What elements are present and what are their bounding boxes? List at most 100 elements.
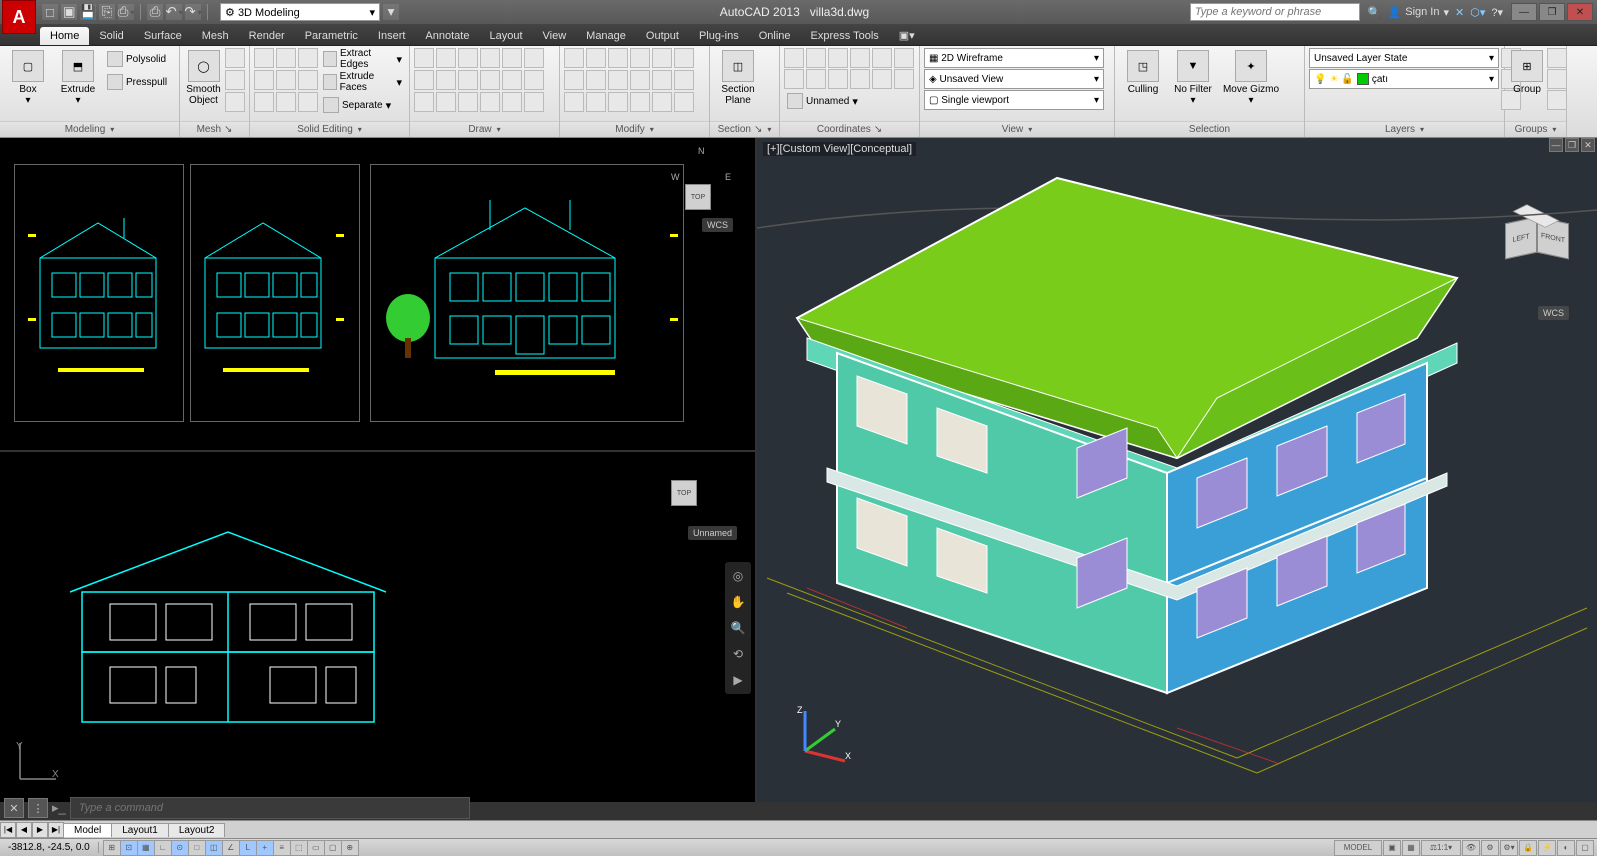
mesh-tool-1[interactable] — [225, 48, 245, 68]
panel-view-title[interactable]: View — [920, 121, 1114, 137]
se-6[interactable] — [298, 70, 318, 90]
section-plane-button[interactable]: ◫Section Plane — [714, 48, 762, 108]
signin-button[interactable]: 👤 Sign In ▾ — [1388, 6, 1449, 19]
fillet-icon[interactable] — [608, 70, 628, 90]
extrude-button[interactable]: ⬒Extrude▾ — [54, 48, 102, 108]
polygon-icon[interactable] — [414, 92, 434, 112]
draw-5[interactable] — [502, 48, 522, 68]
help-icon[interactable]: ?▾ — [1491, 6, 1503, 19]
se-5[interactable] — [276, 70, 296, 90]
app-menu-button[interactable]: A — [2, 0, 36, 34]
viewport-3d[interactable]: [+][Custom View][Conceptual] LEFT FRONT … — [757, 138, 1597, 802]
tab-manage[interactable]: Manage — [576, 27, 636, 45]
presspull-button[interactable]: Presspull — [104, 71, 170, 93]
sb-polar-button[interactable]: ⊙ — [171, 840, 189, 856]
tab-output[interactable]: Output — [636, 27, 689, 45]
rectangle-icon[interactable] — [436, 92, 456, 112]
se-4[interactable] — [254, 70, 274, 90]
window-restore-button[interactable]: ❐ — [1539, 3, 1565, 21]
mod-6[interactable] — [674, 48, 694, 68]
mesh-tool-2[interactable] — [225, 70, 245, 90]
mod-4[interactable] — [630, 48, 650, 68]
tab-first-button[interactable]: |◀ — [0, 822, 16, 838]
mod-10[interactable] — [630, 70, 650, 90]
circle-icon[interactable] — [458, 48, 478, 68]
group-bbox-button[interactable] — [1547, 90, 1567, 110]
tab-next-button[interactable]: ▶ — [32, 822, 48, 838]
draw-10[interactable] — [480, 70, 500, 90]
mod-17[interactable] — [652, 92, 672, 112]
arc-icon[interactable] — [480, 48, 500, 68]
stretch-icon[interactable] — [564, 92, 584, 112]
sb-hardware-button[interactable]: ⚡ — [1538, 840, 1556, 856]
rotate-icon[interactable] — [586, 48, 606, 68]
panel-solidedit-title[interactable]: Solid Editing — [250, 121, 409, 137]
sb-snap-button[interactable]: ⊡ — [120, 840, 138, 856]
sb-am-button[interactable]: ⊕ — [341, 840, 359, 856]
tab-view[interactable]: View — [533, 27, 577, 45]
layout-tab-layout2[interactable]: Layout2 — [168, 823, 226, 837]
copy-icon[interactable] — [564, 70, 584, 90]
coordinates-display[interactable]: -3812.8, -24.5, 0.0 — [0, 842, 99, 853]
extrude-faces-button[interactable]: Extrude Faces ▾ — [320, 71, 405, 93]
qat-open-icon[interactable]: ▣ — [61, 4, 77, 20]
cmdline-close-button[interactable]: ✕ — [4, 798, 24, 818]
sb-ortho-button[interactable]: ∟ — [154, 840, 172, 856]
nofilter-button[interactable]: ▼No Filter▾ — [1169, 48, 1217, 108]
draw-15[interactable] — [458, 92, 478, 112]
sb-quickview-drawings-button[interactable]: ▦ — [1402, 840, 1420, 856]
draw-17[interactable] — [502, 92, 522, 112]
qat-dropdown-icon[interactable]: ▾ — [383, 4, 399, 20]
scale-icon[interactable] — [586, 92, 606, 112]
exchange-apps-icon[interactable]: ⬡▾ — [1470, 6, 1485, 19]
sb-autoadd-button[interactable]: ⚙ — [1481, 840, 1499, 856]
polyline-icon[interactable] — [436, 48, 456, 68]
layer-state-dropdown[interactable]: Unsaved Layer State▾ — [1309, 48, 1499, 68]
sb-model-button[interactable]: MODEL — [1334, 840, 1382, 856]
mod-12[interactable] — [674, 70, 694, 90]
ucs-6[interactable] — [894, 48, 914, 68]
sb-qp-button[interactable]: ▭ — [307, 840, 325, 856]
move-icon[interactable] — [564, 48, 584, 68]
qat-redo-button[interactable]: ↷ — [185, 4, 201, 20]
qat-plot-dropdown[interactable]: ⎙ — [118, 4, 134, 20]
cmdline-handle-icon[interactable]: ⋮ — [28, 798, 48, 818]
panel-draw-title[interactable]: Draw — [410, 121, 559, 137]
ucs-3[interactable] — [828, 48, 848, 68]
mod-5[interactable] — [652, 48, 672, 68]
window-close-button[interactable]: ✕ — [1567, 3, 1593, 21]
tab-expresstools[interactable]: Express Tools — [801, 27, 889, 45]
sb-cleanscreen-button[interactable]: ▢ — [1576, 840, 1594, 856]
panel-modeling-title[interactable]: Modeling — [0, 121, 179, 137]
infocenter-search-input[interactable] — [1190, 3, 1360, 21]
draw-9[interactable] — [458, 70, 478, 90]
ucs-12[interactable] — [894, 69, 914, 89]
ucs-7[interactable] — [784, 69, 804, 89]
draw-18[interactable] — [524, 92, 544, 112]
viewport-config-dropdown[interactable]: ▢ Single viewport▾ — [924, 90, 1104, 110]
sb-osnap-button[interactable]: □ — [188, 840, 206, 856]
doc-close-button[interactable]: ✕ — [1581, 138, 1595, 152]
tab-parametric[interactable]: Parametric — [295, 27, 368, 45]
draw-12[interactable] — [524, 70, 544, 90]
qat-undo-button[interactable]: ↶ — [166, 4, 182, 20]
tab-layout[interactable]: Layout — [479, 27, 532, 45]
line-icon[interactable] — [414, 48, 434, 68]
ungroup-button[interactable] — [1547, 48, 1567, 68]
sb-lock-button[interactable]: 🔒 — [1519, 840, 1537, 856]
tab-prev-button[interactable]: ◀ — [16, 822, 32, 838]
layout-tab-model[interactable]: Model — [63, 823, 112, 837]
view-dropdown[interactable]: ◈ Unsaved View▾ — [924, 69, 1104, 89]
ucs-named-dropdown[interactable]: Unnamed ▾ — [784, 90, 914, 112]
layout-tab-layout1[interactable]: Layout1 — [111, 823, 169, 837]
sb-annoscale-button[interactable]: ⚖ 1:1▾ — [1421, 840, 1461, 856]
doc-minimize-button[interactable]: — — [1549, 138, 1563, 152]
ucs-2[interactable] — [806, 48, 826, 68]
extract-edges-button[interactable]: Extract Edges ▾ — [320, 48, 405, 70]
smooth-object-button[interactable]: ◯Smooth Object — [184, 48, 223, 108]
subtract-icon[interactable] — [276, 48, 296, 68]
sb-lwt-button[interactable]: ≡ — [273, 840, 291, 856]
workspace-dropdown[interactable]: 3D Modeling ▾ — [220, 3, 380, 21]
separate-button[interactable]: Separate ▾ — [320, 94, 405, 116]
layer-dropdown[interactable]: 💡 ☀ 🔓 çatı ▾ — [1309, 69, 1499, 89]
